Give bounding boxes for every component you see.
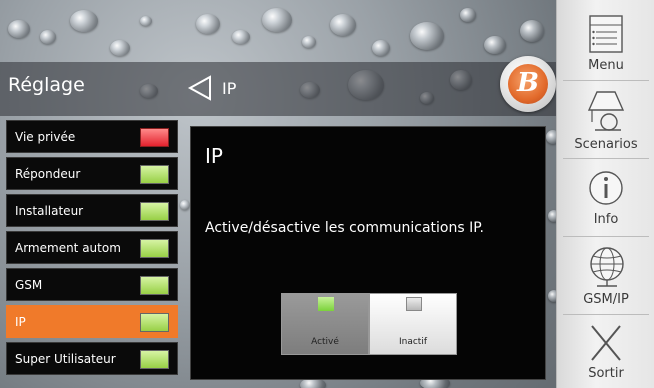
list-item-label: Répondeur [15, 167, 81, 181]
scenarios-button[interactable]: Scenarios [559, 82, 653, 156]
settings-list: Vie privée Répondeur Installateur Armeme… [6, 120, 178, 382]
list-item-label: Super Utilisateur [15, 352, 116, 366]
scenarios-icon [587, 91, 625, 131]
active-indicator-icon [318, 297, 334, 311]
breadcrumb: IP [222, 79, 237, 98]
status-led-green [140, 276, 169, 295]
page-title: Réglage [8, 74, 85, 96]
scenarios-label: Scenarios [574, 137, 638, 152]
deactivate-button[interactable]: Inactif [369, 293, 457, 355]
gsm-ip-label: GSM/IP [583, 292, 629, 307]
menu-icon [589, 15, 623, 53]
status-led-green [140, 239, 169, 258]
list-item-gsm[interactable]: GSM [6, 268, 178, 301]
list-item-label: Installateur [15, 204, 84, 218]
inactive-indicator-icon [406, 297, 422, 311]
activate-button[interactable]: Activé [281, 293, 369, 355]
brand-logo-icon: B [500, 56, 556, 112]
dialog-description: Active/désactive les communications IP. [205, 220, 484, 236]
list-item-label: Armement autom [15, 241, 121, 255]
ip-dialog: IP Active/désactive les communications I… [190, 126, 546, 380]
dialog-title: IP [205, 144, 223, 168]
list-item-armement-autom[interactable]: Armement autom [6, 231, 178, 264]
deactivate-button-label: Inactif [398, 337, 428, 347]
activate-button-label: Activé [311, 337, 339, 347]
right-sidebar: Menu Scenarios Info GSM/IP Sortir [556, 0, 654, 388]
list-item-label: GSM [15, 278, 43, 292]
gsm-ip-button[interactable]: GSM/IP [559, 238, 653, 312]
list-item-super-utilisateur[interactable]: Super Utilisateur [6, 342, 178, 375]
list-item-label: IP [15, 315, 26, 329]
status-led-green [140, 313, 169, 332]
menu-label: Menu [588, 58, 624, 73]
menu-button[interactable]: Menu [559, 4, 653, 78]
exit-label: Sortir [588, 366, 624, 381]
back-arrow-icon[interactable] [186, 74, 214, 102]
list-item-repondeur[interactable]: Répondeur [6, 157, 178, 190]
status-led-green [140, 350, 169, 369]
list-item-ip[interactable]: IP [6, 305, 178, 338]
status-led-green [140, 165, 169, 184]
list-item-label: Vie privée [15, 130, 76, 144]
status-led-green [140, 202, 169, 221]
status-led-red [140, 128, 169, 147]
list-item-installateur[interactable]: Installateur [6, 194, 178, 227]
info-label: Info [593, 212, 619, 227]
info-button[interactable]: Info [559, 160, 653, 234]
info-icon [589, 171, 623, 205]
close-icon [591, 325, 621, 361]
globe-icon [590, 247, 624, 287]
list-item-vie-privee[interactable]: Vie privée [6, 120, 178, 153]
exit-button[interactable]: Sortir [559, 314, 653, 388]
